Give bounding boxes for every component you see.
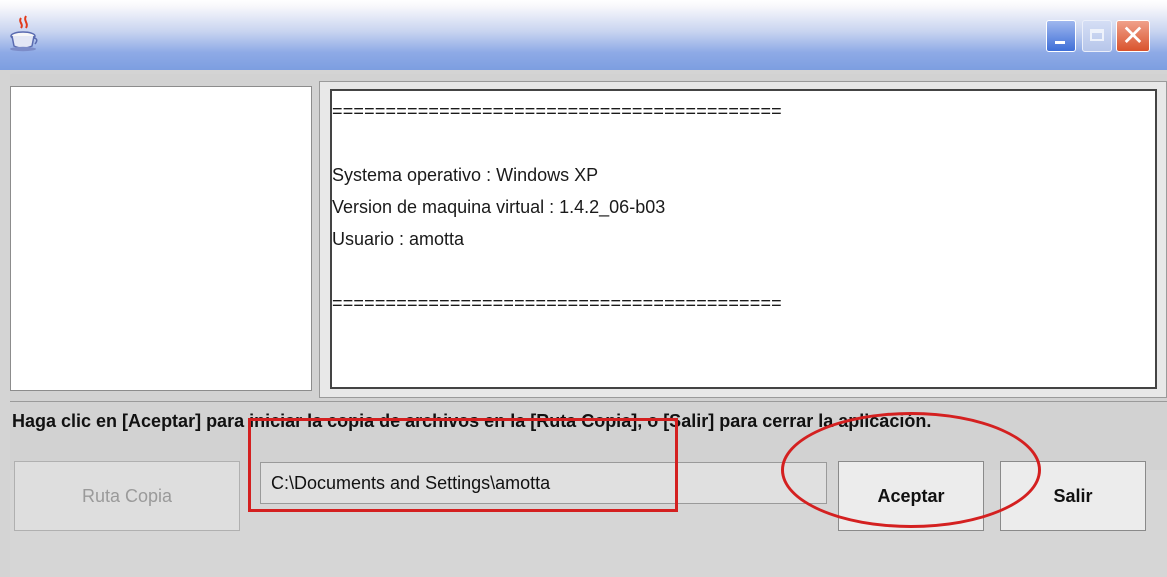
log-blank-line bbox=[332, 255, 1155, 287]
aceptar-button[interactable]: Aceptar bbox=[838, 461, 984, 531]
log-panel: ========================================… bbox=[319, 81, 1167, 398]
left-blank-panel bbox=[10, 86, 312, 391]
log-os-line: Systema operativo : Windows XP bbox=[332, 165, 599, 185]
log-text-area[interactable]: ========================================… bbox=[330, 89, 1157, 389]
close-button[interactable]: ✕ bbox=[1116, 20, 1150, 52]
divider bbox=[10, 401, 1167, 402]
maximize-button[interactable] bbox=[1082, 20, 1112, 52]
minimize-button[interactable] bbox=[1046, 20, 1076, 52]
ruta-copia-button[interactable]: Ruta Copia bbox=[14, 461, 240, 531]
log-separator: ========================================… bbox=[332, 293, 782, 313]
log-vm-version-line: Version de maquina virtual : 1.4.2_06-b0… bbox=[332, 197, 666, 217]
close-icon: ✕ bbox=[1121, 19, 1145, 52]
salir-button[interactable]: Salir bbox=[1000, 461, 1146, 531]
copy-path-field[interactable]: C:\Documents and Settings\amotta bbox=[260, 462, 827, 504]
log-user-line: Usuario : amotta bbox=[332, 229, 465, 249]
java-cup-icon bbox=[10, 15, 38, 52]
title-bar[interactable]: ✕ bbox=[0, 0, 1167, 70]
log-separator: ========================================… bbox=[332, 101, 782, 121]
app-window: ✕ ======================================… bbox=[0, 0, 1167, 577]
log-blank-line bbox=[332, 127, 1155, 159]
instruction-text: Haga clic en [Aceptar] para iniciar la c… bbox=[12, 411, 932, 431]
